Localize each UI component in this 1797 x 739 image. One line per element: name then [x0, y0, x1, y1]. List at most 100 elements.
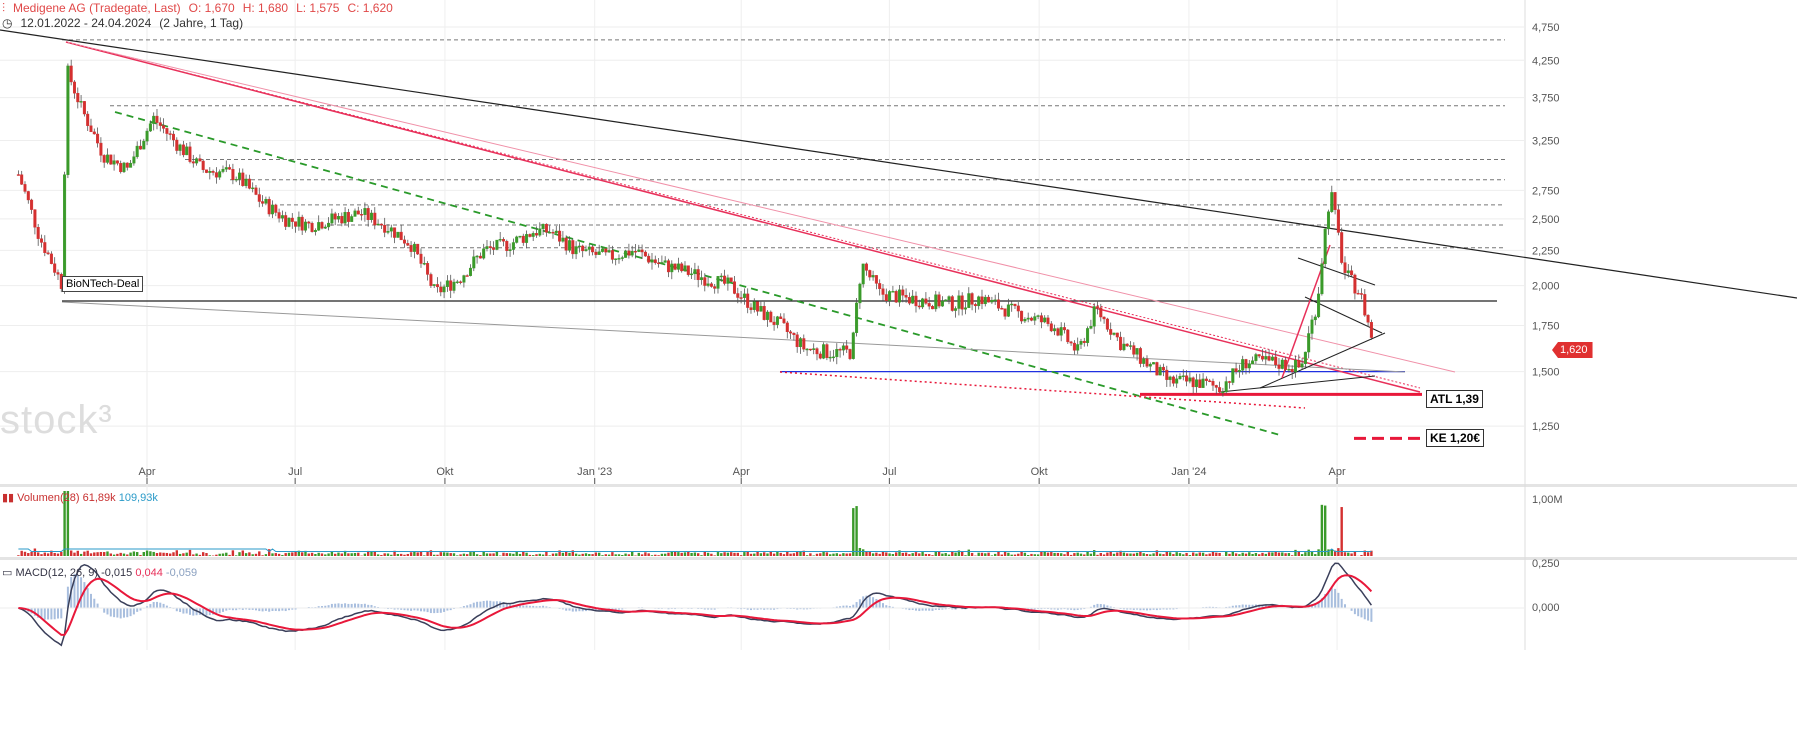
candle-up — [1330, 192, 1334, 212]
candle-up — [775, 316, 779, 325]
volume-bar — [1277, 552, 1281, 556]
volume-bar — [1059, 553, 1063, 556]
candle-up — [152, 115, 156, 124]
volume-bar — [36, 552, 40, 556]
volume-bar — [492, 553, 495, 556]
volume-bar — [729, 552, 733, 556]
volume-bar — [93, 552, 96, 556]
macd-histogram-bar — [353, 603, 356, 608]
macd-histogram-bar — [1340, 598, 1343, 608]
volume-bar — [83, 551, 86, 556]
volume-bar — [390, 554, 393, 556]
macd-histogram-bar — [881, 603, 884, 608]
candle-down — [23, 184, 27, 192]
macd-histogram-bar — [575, 608, 578, 612]
candle-up — [957, 295, 961, 309]
macd-histogram-bar — [103, 608, 106, 613]
volume-bar — [769, 551, 772, 556]
volume-bar — [947, 554, 951, 556]
volume-bar — [1125, 553, 1129, 556]
volume-bar — [340, 553, 343, 556]
macd-histogram-bar — [185, 608, 188, 614]
volume-bar — [1330, 549, 1333, 556]
volume-bar — [538, 553, 541, 556]
volume-bar — [505, 553, 508, 556]
candle-down — [115, 160, 119, 164]
volume-bar — [855, 506, 858, 556]
macd-label: MACD(12, 26, 9) — [15, 567, 98, 579]
candle-up — [1128, 345, 1132, 347]
candle-up — [831, 356, 835, 359]
volume-bar — [1073, 553, 1076, 556]
volume-bar — [515, 552, 518, 556]
volume-bar — [1092, 550, 1096, 556]
candle-down — [89, 125, 93, 133]
volume-bar — [1287, 553, 1291, 556]
macd-histogram-bar — [1241, 604, 1244, 608]
candle-down — [709, 283, 713, 287]
volume-bar — [1069, 554, 1073, 556]
candle-down — [894, 291, 898, 303]
candle-up — [765, 311, 769, 320]
candle-down — [1062, 327, 1066, 331]
macd-histogram-bar — [132, 608, 135, 615]
candle-down — [198, 158, 202, 162]
macd-axis-0: 0,000 — [1532, 602, 1560, 614]
candle-up — [841, 345, 845, 351]
candle-up — [983, 296, 987, 305]
candle-down — [1284, 359, 1288, 370]
candle-up — [1237, 370, 1241, 372]
candle-down — [1260, 355, 1264, 360]
candle-down — [1340, 232, 1344, 263]
candle-down — [333, 213, 337, 220]
candle-down — [1234, 368, 1238, 372]
candle-up — [495, 239, 499, 250]
candle-down — [435, 284, 439, 288]
volume-bar — [1106, 552, 1109, 556]
macd-icon: ▭ — [2, 567, 13, 579]
candle-down — [1185, 375, 1189, 382]
volume-bar — [231, 550, 235, 556]
macd-histogram-bar — [443, 608, 446, 612]
candle-up — [663, 260, 667, 263]
volume-bar — [1010, 554, 1013, 556]
candle-up — [891, 291, 895, 293]
macd-histogram-bar — [357, 603, 360, 608]
volume-bar — [1172, 554, 1175, 556]
candle-down — [92, 131, 96, 135]
volume-bar — [815, 553, 819, 556]
volume-bar — [1254, 553, 1258, 556]
candle-down — [1277, 364, 1281, 369]
candle-up — [452, 281, 456, 291]
volume-bar — [541, 554, 545, 556]
volume-bar — [106, 551, 109, 556]
volume-bar — [310, 552, 314, 556]
volume-bar — [1238, 554, 1241, 556]
candle-down — [86, 113, 90, 126]
macd-histogram-bar — [1103, 604, 1106, 608]
candle-down — [779, 316, 783, 320]
volume-bar — [828, 554, 832, 556]
volume-bar — [281, 554, 284, 556]
volume-bar — [1366, 552, 1370, 556]
volume-bar — [736, 552, 739, 556]
volume-bar — [1264, 553, 1267, 556]
volume-bar — [766, 553, 769, 556]
price-chart[interactable]: Apr Jul Okt Jan '23 Apr Jul Okt Jan '24 Apr 4,750… — [0, 0, 1797, 739]
candle-up — [462, 275, 466, 283]
macd-histogram-bar — [136, 608, 139, 612]
volume-bar — [1030, 553, 1033, 556]
volume-bar — [1284, 553, 1287, 556]
candle-down — [16, 174, 20, 176]
volume-bar — [809, 553, 812, 556]
candle-down — [346, 212, 350, 222]
volume-bar — [1165, 551, 1168, 556]
date-range[interactable]: ◷ 12.01.2022 - 24.04.2024 (2 Jahre, 1 Tag) — [2, 16, 251, 30]
macd-histogram-bar — [149, 604, 152, 608]
biontech-label: BioNTech-Deal — [62, 276, 144, 292]
candle-down — [610, 250, 614, 260]
volume-bar — [954, 552, 957, 556]
volume-bar — [413, 551, 416, 556]
macd-histogram-bar — [469, 604, 472, 608]
macd-histogram-bar — [50, 608, 53, 620]
